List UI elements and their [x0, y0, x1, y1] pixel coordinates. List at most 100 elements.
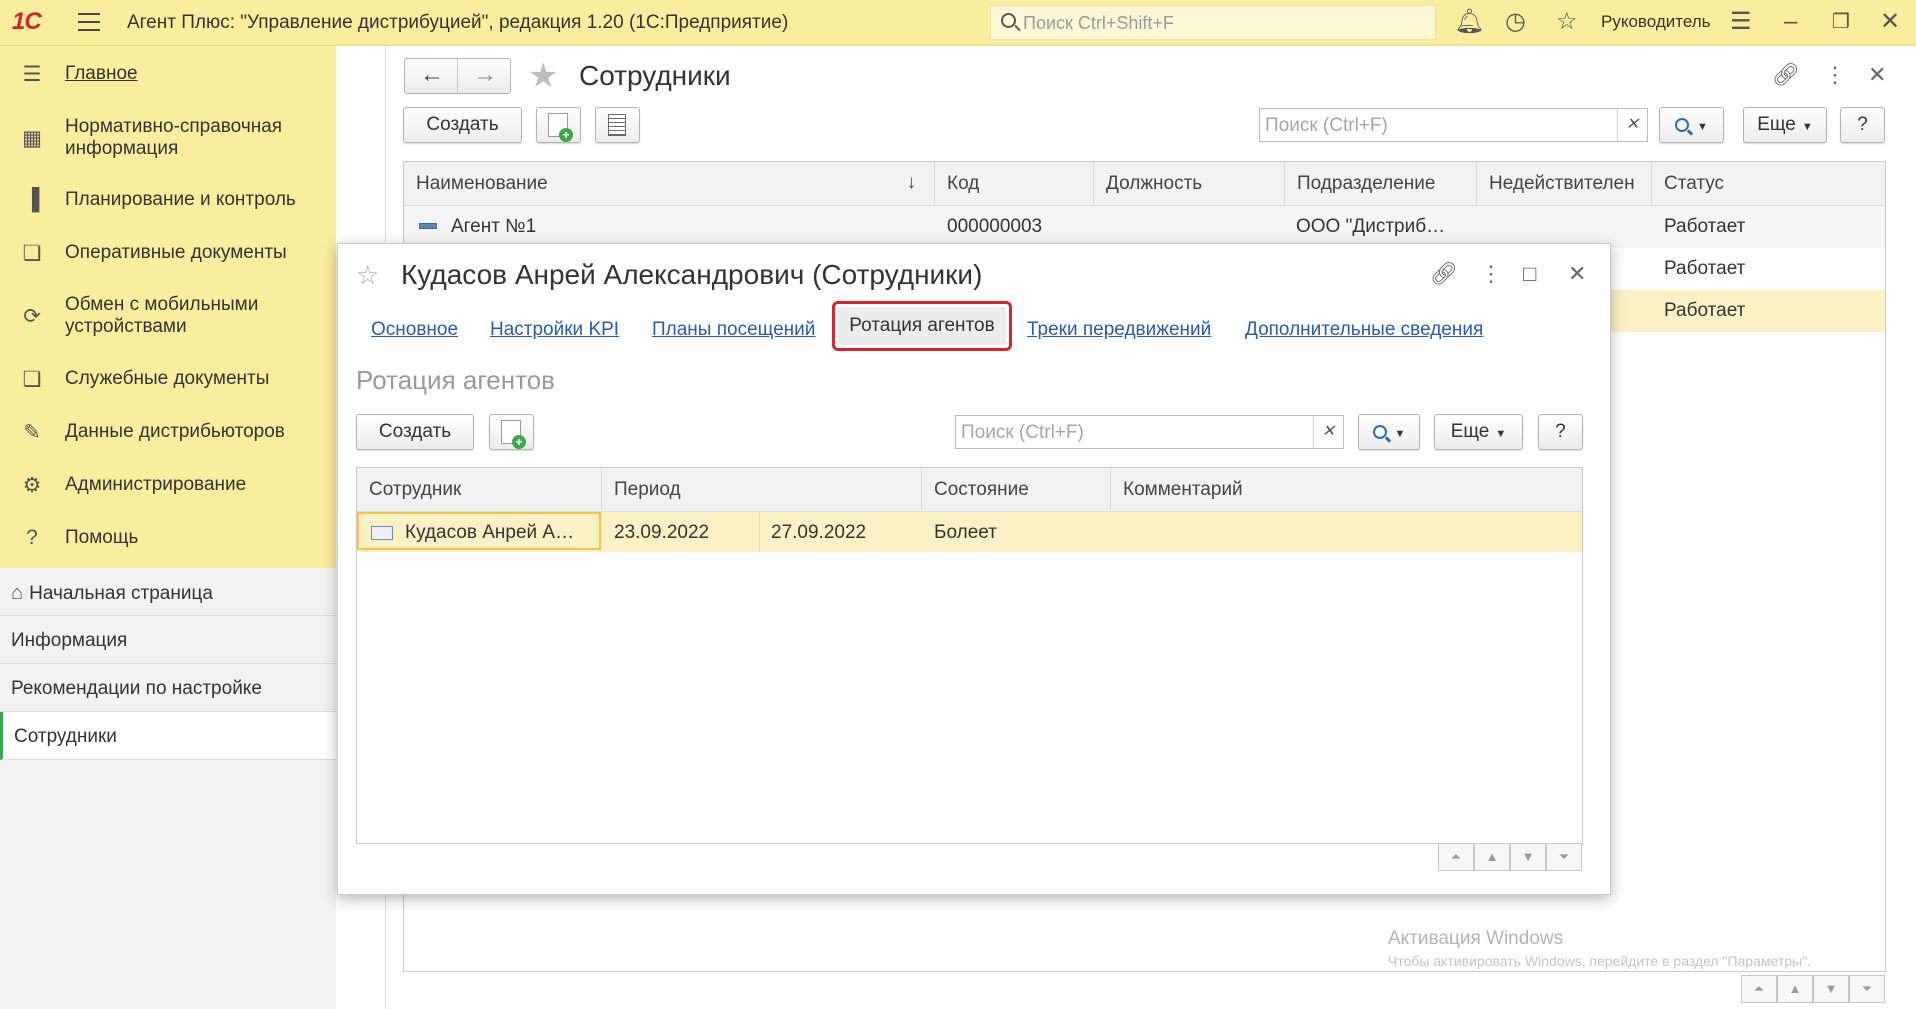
table-row-selected[interactable]: Кудасов Анрей А… 23.09.2022 27.09.2022 Б…: [357, 512, 1582, 552]
forward-arrow-icon[interactable]: →: [473, 61, 497, 89]
tab-kpi-settings[interactable]: Настройки KPI: [490, 319, 619, 341]
sidebar-item-label: Данные дистрибьюторов: [65, 421, 285, 442]
scroll-down-icon[interactable]: ▼: [1813, 975, 1849, 1003]
cell-status: Работает: [1664, 300, 1746, 321]
list-settings-button[interactable]: [595, 107, 640, 143]
back-arrow-icon[interactable]: ←: [420, 61, 444, 89]
scroll-up-icon[interactable]: ▲: [1474, 843, 1510, 871]
sidebar-item-planning[interactable]: ▐ Планирование и контроль: [0, 186, 336, 214]
column-header-state[interactable]: Состояние: [922, 468, 1111, 512]
sidebar-item-mobile-exchange[interactable]: ⟳ Обмен с мобильными устройствами: [0, 292, 336, 340]
column-header-employee[interactable]: Сотрудник: [357, 468, 602, 512]
help-button[interactable]: ?: [1840, 107, 1885, 143]
column-header-label: Наименование: [416, 173, 548, 194]
search-input[interactable]: Поиск (Ctrl+F) ✕: [1259, 108, 1648, 142]
table-scroll-buttons: ⏶ ▲ ▼ ⏷: [1741, 975, 1885, 1003]
tab-agent-rotation[interactable]: Ротация агентов: [832, 301, 1012, 351]
column-header-department[interactable]: Подразделение: [1285, 162, 1477, 206]
history-icon[interactable]: ◷: [1505, 9, 1526, 35]
column-header-status[interactable]: Статус: [1652, 162, 1885, 206]
tab-main[interactable]: Основное: [371, 319, 458, 341]
more-button[interactable]: Еще ▼: [1743, 107, 1827, 143]
tab-agent-rotation-label: Ротация агентов: [838, 307, 1006, 345]
column-header-comment[interactable]: Комментарий: [1111, 468, 1582, 512]
favorite-star-icon[interactable]: ☆: [356, 260, 379, 291]
more-vertical-icon[interactable]: ⋮: [1824, 62, 1846, 88]
rotation-help-button[interactable]: ?: [1538, 414, 1583, 450]
period-divider: [759, 512, 760, 552]
nav-item-recommendations[interactable]: Рекомендации по настройке: [0, 664, 336, 712]
restore-icon[interactable]: ❐: [1832, 9, 1850, 35]
tab-additional-info[interactable]: Дополнительные сведения: [1245, 319, 1483, 341]
open-windows-panel: ⌂ Начальная страница Информация Рекоменда…: [0, 568, 336, 1009]
scroll-bottom-icon[interactable]: ⏷: [1849, 975, 1885, 1003]
settings-lines-icon[interactable]: ☰: [1730, 9, 1752, 35]
sidebar-item-operations[interactable]: ❏ Оперативные документы: [0, 239, 336, 267]
favorite-star-icon[interactable]: ★: [528, 56, 558, 96]
nav-item-label: Сотрудники: [14, 726, 117, 747]
cell-name: Агент №1: [451, 216, 537, 237]
tab-visit-plans[interactable]: Планы посещений: [652, 319, 815, 341]
1c-logo: 1С: [12, 8, 42, 35]
search-placeholder: Поиск (Ctrl+F): [961, 422, 1084, 443]
rotation-copy-button[interactable]: [489, 414, 534, 450]
global-search-input[interactable]: Поиск Ctrl+Shift+F: [990, 5, 1436, 40]
nav-item-home[interactable]: ⌂ Начальная страница: [0, 568, 336, 616]
sync-icon: ⟳: [23, 304, 41, 328]
nav-item-label: Информация: [11, 630, 128, 651]
cell-department: ООО "Дистриб…: [1296, 216, 1446, 237]
column-header-position[interactable]: Должность: [1094, 162, 1285, 206]
search-placeholder: Поиск (Ctrl+F): [1265, 115, 1388, 136]
documents-icon: ❏: [22, 241, 42, 265]
rotation-search-input[interactable]: Поиск (Ctrl+F) ✕: [955, 415, 1344, 449]
sidebar-item-service-docs[interactable]: ❏ Служебные документы: [0, 365, 336, 393]
sidebar-item-reference[interactable]: ▦ Нормативно-справочная информация: [0, 114, 336, 162]
bell-icon[interactable]: 🔔︎: [1454, 9, 1484, 35]
column-header-period[interactable]: Период: [602, 468, 922, 512]
nav-item-employees[interactable]: Сотрудники: [0, 712, 336, 760]
sidebar-item-administration[interactable]: ⚙ Администрирование: [0, 471, 336, 499]
clear-icon[interactable]: ✕: [1617, 109, 1647, 141]
sidebar-item-label: Главное: [65, 63, 138, 84]
user-name[interactable]: Руководитель: [1601, 12, 1711, 32]
rotation-search-button[interactable]: ▼: [1358, 414, 1420, 450]
scroll-bottom-icon[interactable]: ⏷: [1546, 843, 1582, 871]
scroll-up-icon[interactable]: ▲: [1777, 975, 1813, 1003]
tab-movement-tracks[interactable]: Треки передвижений: [1027, 319, 1211, 341]
rotation-create-button[interactable]: Создать: [356, 414, 474, 450]
sidebar-item-help[interactable]: ? Помощь: [0, 524, 336, 552]
document-add-icon: [548, 113, 573, 142]
column-header-name[interactable]: Наименование ↓: [404, 162, 935, 206]
close-window-icon[interactable]: ✕: [1880, 9, 1900, 35]
rotation-more-button[interactable]: Еще ▼: [1434, 414, 1523, 450]
close-form-icon[interactable]: ✕: [1568, 261, 1586, 287]
nav-item-info[interactable]: Информация: [0, 616, 336, 664]
column-header-invalid[interactable]: Недействителен: [1477, 162, 1652, 206]
current-cell-employee[interactable]: Кудасов Анрей А…: [357, 512, 601, 550]
cell-period-end: 27.09.2022: [771, 522, 867, 543]
chevron-down-icon: ▼: [1394, 428, 1406, 440]
bar-chart-icon: ▐: [24, 188, 40, 211]
column-header-code[interactable]: Код: [935, 162, 1094, 206]
clear-icon[interactable]: ✕: [1313, 416, 1343, 448]
search-button[interactable]: ▼: [1659, 107, 1724, 143]
minimize-icon[interactable]: –: [1784, 9, 1797, 35]
sidebar-item-main[interactable]: ☰ Главное: [0, 60, 336, 88]
scroll-top-icon[interactable]: ⏶: [1741, 975, 1777, 1003]
sidebar-item-distributor-data[interactable]: ✎ Данные дистрибьюторов: [0, 418, 336, 446]
close-form-icon[interactable]: ✕: [1868, 62, 1886, 88]
gear-icon: ⚙: [22, 473, 42, 497]
create-button[interactable]: Создать: [403, 107, 522, 143]
more-vertical-icon[interactable]: ⋮: [1480, 261, 1502, 287]
scroll-down-icon[interactable]: ▼: [1510, 843, 1546, 871]
link-icon[interactable]: 🔗︎: [1430, 261, 1458, 287]
favorites-star-icon[interactable]: ☆: [1556, 9, 1578, 35]
hamburger-menu-icon[interactable]: [78, 13, 100, 31]
menu-lines-icon: ☰: [22, 62, 42, 86]
link-icon[interactable]: 🔗︎: [1772, 62, 1800, 88]
scroll-top-icon[interactable]: ⏶: [1438, 843, 1474, 871]
copy-create-button[interactable]: [536, 107, 581, 143]
maximize-icon[interactable]: □: [1523, 261, 1536, 287]
table-row[interactable]: Агент №1 000000003 ООО "Дистриб… Работае…: [404, 206, 1885, 248]
sidebar-item-label: Нормативно-справочная информация: [65, 116, 283, 159]
